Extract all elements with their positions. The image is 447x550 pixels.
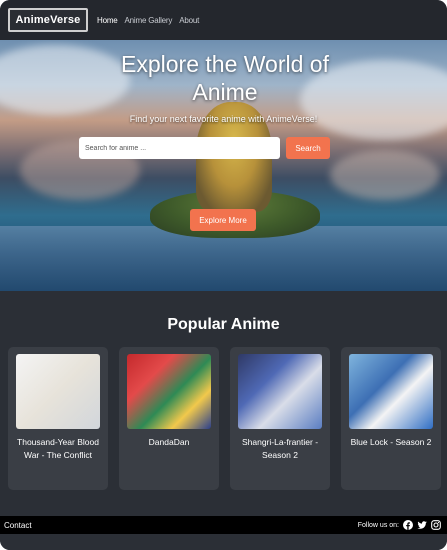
nav-link-about[interactable]: About [179,16,199,25]
footer-contact-link[interactable]: Contact [4,521,32,530]
anime-card-list: Thousand-Year Blood War - The Conflict D… [8,347,441,490]
nav-link-anime-gallery[interactable]: Anime Gallery [125,16,173,25]
anime-card-title: Thousand-Year Blood War - The Conflict [17,437,99,460]
search-button[interactable]: Search [286,137,330,159]
anime-poster [16,354,100,429]
anime-card-title: DandaDan [148,437,190,447]
hero-cloud [330,150,440,200]
hero-subtitle: Find your next favorite anime with Anime… [129,114,318,124]
nav-link-home[interactable]: Home [97,16,118,25]
instagram-icon[interactable] [431,520,441,530]
page-frame: AnimeVerse Home Anime Gallery About Expl… [0,0,447,550]
anime-card-title: Shangri-La-frantier - Season 2 [241,437,319,460]
facebook-icon[interactable] [403,520,413,530]
bottom-strip [0,534,447,550]
anime-card[interactable]: Shangri-La-frantier - Season 2 [230,347,330,490]
footer-social: Follow us on: [358,520,441,530]
follow-us-label: Follow us on: [357,521,399,529]
search-input[interactable] [79,137,280,159]
navbar: AnimeVerse Home Anime Gallery About [0,0,447,40]
anime-poster [127,354,211,429]
anime-card-title: Blue Lock - Season 2 [350,437,432,447]
anime-card[interactable]: Thousand-Year Blood War - The Conflict [8,347,108,490]
anime-card[interactable]: Blue Lock - Season 2 [341,347,441,490]
explore-more-button[interactable]: Explore More [190,209,256,231]
anime-poster [238,354,322,429]
site-logo[interactable]: AnimeVerse [8,8,88,32]
logo-text: AnimeVerse [15,14,81,26]
footer: Contact Follow us on: [0,516,447,534]
anime-poster [349,354,433,429]
hero-title: Explore the World of Anime [121,51,329,105]
popular-anime-title: Popular Anime [167,316,280,333]
twitter-icon[interactable] [417,520,427,530]
anime-card[interactable]: DandaDan [119,347,219,490]
nav-links: Home Anime Gallery About [97,16,199,25]
hero-banner: Explore the World of Anime Find your nex… [0,40,447,291]
